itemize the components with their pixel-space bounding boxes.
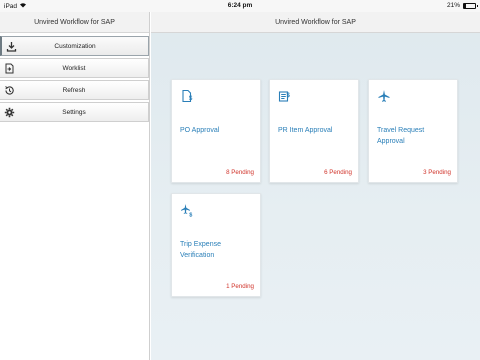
tile-title: Travel Request Approval	[377, 127, 425, 145]
status-right: 21%	[446, 2, 478, 9]
sidebar-item-settings[interactable]: Settings	[0, 102, 149, 122]
sidebar-item-worklist[interactable]: Worklist	[0, 58, 149, 78]
tile-travel-request-approval[interactable]: Travel Request Approval 3 Pending	[368, 79, 458, 183]
sidebar-menu: Customization Worklist Refresh Settings	[0, 33, 149, 122]
tile-trip-expense-verification[interactable]: $ Trip Expense Verification 1 Pending	[171, 193, 261, 297]
sidebar-item-label: Refresh	[62, 87, 86, 94]
sidebar-item-label: Settings	[62, 109, 86, 116]
battery-percent: 21%	[446, 2, 460, 9]
pending-count: 8 Pending	[226, 169, 254, 176]
status-time: 6:24 pm	[227, 2, 253, 9]
status-bar: iPad 6:24 pm 21%	[0, 0, 480, 12]
sidebar-item-refresh[interactable]: Refresh	[0, 80, 149, 100]
airplane-dollar-icon: $	[180, 203, 194, 219]
sidebar-title: Unvired Workflow for SAP	[0, 12, 149, 33]
sidebar-item-customization[interactable]: Customization	[0, 36, 149, 56]
pending-count: 1 Pending	[226, 283, 254, 290]
sidebar: Unvired Workflow for SAP Customization W…	[0, 12, 150, 360]
tile-title: PR Item Approval	[278, 127, 333, 134]
document-dollar-icon: $	[180, 89, 194, 103]
svg-text:$: $	[189, 96, 193, 102]
main-panel: Unvired Workflow for SAP $ PO Approval 8…	[151, 12, 480, 360]
svg-text:$: $	[287, 93, 291, 99]
list-dollar-icon: $	[278, 89, 292, 103]
main-title: Unvired Workflow for SAP	[151, 12, 480, 33]
sidebar-item-label: Customization	[54, 43, 96, 50]
airplane-icon	[377, 89, 391, 103]
tile-pr-item-approval[interactable]: $ PR Item Approval 6 Pending	[269, 79, 359, 183]
svg-text:$: $	[189, 213, 192, 218]
tile-po-approval[interactable]: $ PO Approval 8 Pending	[171, 79, 261, 183]
tile-title: PO Approval	[180, 127, 220, 134]
tile-title: Trip Expense Verification	[180, 241, 221, 259]
pending-count: 3 Pending	[423, 169, 451, 176]
sidebar-item-label: Worklist	[62, 65, 86, 72]
battery-icon	[463, 2, 478, 9]
pending-count: 6 Pending	[324, 169, 352, 176]
